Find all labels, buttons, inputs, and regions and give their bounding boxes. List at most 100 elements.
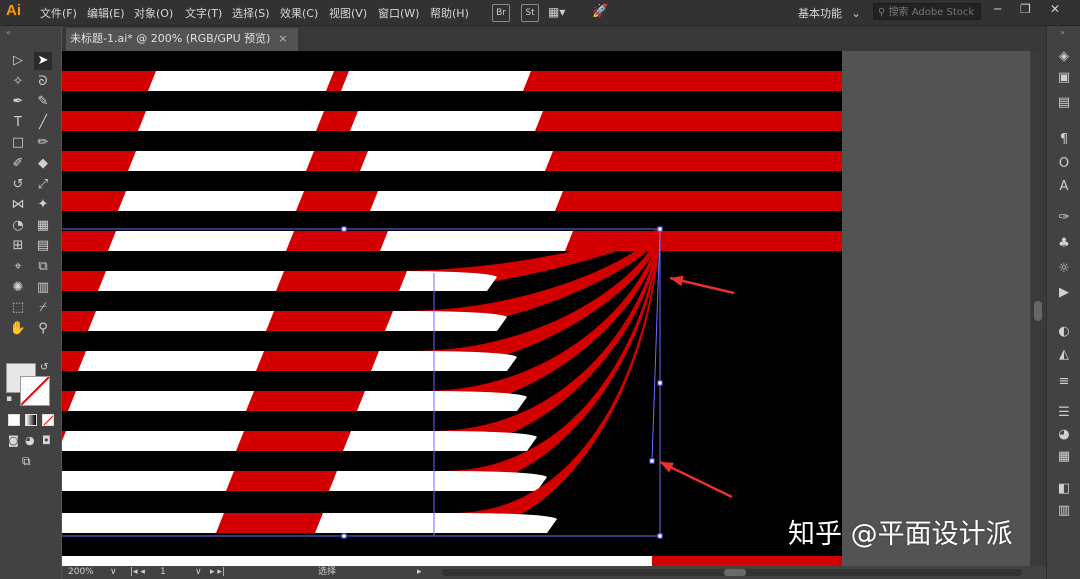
status-arrow-icon[interactable]: ▸ [417,566,422,579]
character-icon[interactable]: A [1056,179,1072,195]
stripe-white-1-1 [350,111,543,131]
artboard-tool-icon[interactable]: ⬚ [9,299,27,317]
workspace-switcher[interactable]: 基本功能 ⌄ [798,5,861,21]
dock-grip-icon[interactable]: » [1060,28,1065,37]
artboard-next-icons[interactable]: ▸ ▸| [210,566,225,579]
slice-tool-icon[interactable]: ⌿ [34,299,52,317]
symbol-sprayer-tool-icon[interactable]: ✺ [9,279,27,297]
zoom-tool-icon[interactable]: ⚲ [34,320,52,338]
close-tab-icon[interactable]: × [278,32,287,45]
menu-edit[interactable]: 编辑(E) [87,5,125,21]
direct-selection-tool-icon[interactable]: ➤ [34,52,52,70]
menu-effect[interactable]: 效果(C) [280,5,318,21]
gpu-performance-icon[interactable]: 🚀 [592,4,608,20]
stripe-white-1-0 [138,111,324,131]
document-tab-bar: 未标题-1.ai* @ 200% (RGB/GPU 预览) × [62,26,1046,51]
shaper-tool-icon[interactable]: ✐ [9,155,27,173]
curved-stripe-white-b-2 [371,351,517,371]
zoom-dropdown[interactable]: ∨ [110,566,117,579]
horizontal-scrollbar[interactable] [442,569,1022,576]
bridge-icon[interactable]: Br [492,4,510,22]
artboard[interactable] [62,51,842,566]
eraser-tool-icon[interactable]: ◆ [34,155,52,173]
pathfinder-icon[interactable]: ◧ [1056,481,1072,497]
color-icon[interactable]: ◐ [1056,324,1072,340]
puppet-warp-tool-icon[interactable]: ✦ [34,196,52,214]
line-tool-icon[interactable]: ╱ [34,114,52,132]
column-graph-tool-icon[interactable]: ▥ [34,279,52,297]
rectangle-tool-icon[interactable]: □ [9,134,27,152]
artwork[interactable] [62,51,842,566]
selection-tool-icon[interactable]: ▷ [9,52,27,70]
artboard-nav-icons[interactable]: |◂ ◂ [130,566,145,579]
scroll-thumb[interactable] [1034,301,1042,321]
symbols-icon[interactable]: ♣ [1056,236,1072,252]
arrange-documents-icon[interactable]: ▦▾ [548,4,565,20]
menu-type[interactable]: 文字(T) [185,5,222,21]
width-tool-icon[interactable]: ⋈ [9,196,27,214]
mesh-tool-icon[interactable]: ⊞ [9,237,27,255]
screen-mode-icon[interactable]: ⧉ [22,454,31,469]
close-window-button[interactable]: ✕ [1050,2,1060,16]
scale-tool-icon[interactable]: ⤢ [34,176,52,194]
lasso-tool-icon[interactable]: ᘐ [34,73,52,91]
transform-icon[interactable]: ▦ [1056,449,1072,465]
menu-object[interactable]: 对象(O) [134,5,173,21]
type-tool-icon[interactable]: T [9,114,27,132]
artboard-dropdown[interactable]: ∨ [195,566,202,579]
properties-icon[interactable]: ▤ [1056,95,1072,111]
chevron-down-icon: ⌄ [851,7,861,20]
gradient-tool-icon[interactable]: ▤ [34,237,52,255]
eyedropper-tool-icon[interactable]: ⌖ [9,258,27,276]
stock-search-input[interactable]: ⚲ 搜索 Adobe Stock [873,3,981,20]
swap-fill-stroke-icon[interactable]: ↺ [40,362,48,373]
shape-builder-tool-icon[interactable]: ◔ [9,217,27,235]
default-colors-icon[interactable]: ▪ [6,394,12,404]
menu-window[interactable]: 窗口(W) [378,5,419,21]
gradient-mode-icon[interactable] [25,414,37,426]
blend-tool-icon[interactable]: ⧉ [34,258,52,276]
restore-button[interactable]: ❐ [1020,2,1031,16]
panel-grip-icon[interactable]: « [6,28,11,37]
paragraph-icon[interactable]: ¶ [1056,132,1072,148]
transparency-icon[interactable]: ◕ [1056,427,1072,443]
hand-tool-icon[interactable]: ✋ [9,320,27,338]
paintbrush-tool-icon[interactable]: ✏ [34,134,52,152]
anchor-point-4 [657,533,663,539]
right-panel-dock: » ◈ ▣ ▤ ¶ O A ✑ ♣ ☼ ▶ ◐ ◭ ≡ ☰ ◕ ▦ ◧ ▥ [1046,26,1080,579]
draw-behind-icon[interactable]: ◕ [25,434,35,447]
artboard-number[interactable]: 1 [160,566,166,579]
color-guide-icon[interactable]: ◭ [1056,347,1072,363]
brushes-icon[interactable]: ✑ [1056,210,1072,226]
stroke-icon[interactable]: ≡ [1056,374,1072,390]
menu-file[interactable]: 文件(F) [40,5,77,21]
magic-wand-tool-icon[interactable]: ✧ [9,73,27,91]
libraries-icon[interactable]: ▣ [1056,70,1072,86]
none-mode-icon[interactable] [42,414,54,426]
minimize-button[interactable]: ─ [994,2,1001,16]
document-tab[interactable]: 未标题-1.ai* @ 200% (RGB/GPU 预览) × [66,28,298,51]
rotate-tool-icon[interactable]: ↺ [9,176,27,194]
stock-icon[interactable]: St [521,4,539,22]
menu-select[interactable]: 选择(S) [232,5,270,21]
curvature-tool-icon[interactable]: ✎ [34,93,52,111]
opentype-icon[interactable]: O [1056,156,1072,172]
menu-help[interactable]: 帮助(H) [430,5,469,21]
color-mode-icon[interactable] [8,414,20,426]
pen-tool-icon[interactable]: ✒ [9,93,27,111]
actions-icon[interactable]: ▶ [1056,285,1072,301]
vertical-scrollbar[interactable] [1030,51,1046,566]
draw-normal-icon[interactable]: ◙ [8,434,19,447]
live-paint-tool-icon[interactable]: ▦ [34,217,52,235]
artboards-icon[interactable]: ▥ [1056,503,1072,519]
h-scroll-thumb[interactable] [724,569,746,576]
appearance-icon[interactable]: ☼ [1056,261,1072,277]
canvas-area[interactable] [62,51,1046,566]
draw-inside-icon[interactable]: ◘ [42,434,51,447]
anchor-point-3 [341,533,347,539]
zoom-field[interactable]: 200% [68,566,94,579]
align-icon[interactable]: ☰ [1056,405,1072,421]
layers-icon[interactable]: ◈ [1056,49,1072,65]
stroke-swatch[interactable] [20,376,50,406]
menu-view[interactable]: 视图(V) [329,5,367,21]
